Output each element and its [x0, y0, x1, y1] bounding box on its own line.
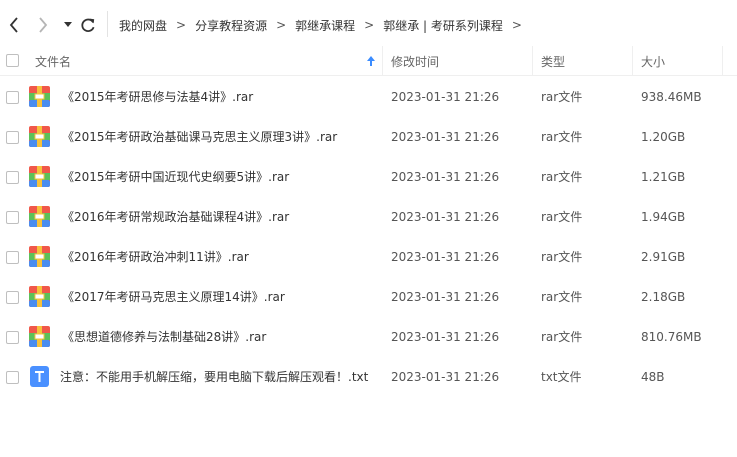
file-name[interactable]: 《2015年考研政治基础课马克思主义原理3讲》.rar: [62, 117, 337, 157]
file-name[interactable]: 《2016年考研政治冲刺11讲》.rar: [62, 237, 249, 277]
file-type: rar文件: [541, 130, 583, 144]
file-modified-time: 2023-01-31 21:26: [391, 210, 500, 224]
sort-ascending-arrow-icon[interactable]: [366, 54, 376, 68]
column-divider[interactable]: [532, 46, 533, 76]
rar-archive-icon: [29, 126, 50, 147]
select-all-checkbox[interactable]: [6, 54, 19, 67]
column-header-size[interactable]: 大小: [641, 46, 665, 76]
file-type: rar文件: [541, 210, 583, 224]
back-button[interactable]: [5, 15, 23, 35]
row-checkbox[interactable]: [6, 131, 19, 144]
txt-file-icon: [30, 366, 49, 387]
file-row[interactable]: 《2016年考研政治冲刺11讲》.rar 2023-01-31 21:26 ra…: [0, 237, 737, 277]
rar-archive-icon: [29, 326, 50, 347]
file-row[interactable]: 《2015年考研思修与法基4讲》.rar 2023-01-31 21:26 ra…: [0, 77, 737, 117]
file-name[interactable]: 注意：不能用手机解压缩，要用电脑下载后解压观看！.txt: [60, 357, 368, 397]
row-checkbox[interactable]: [6, 331, 19, 344]
rar-archive-icon: [29, 86, 50, 107]
breadcrumb-item-course[interactable]: 郭继承课程: [295, 17, 355, 34]
breadcrumb-separator: >: [364, 18, 375, 32]
file-row[interactable]: 《思想道德修养与法制基础28讲》.rar 2023-01-31 21:26 ra…: [0, 317, 737, 357]
breadcrumb-separator: >: [276, 18, 287, 32]
file-type: rar文件: [541, 330, 583, 344]
refresh-icon: [81, 18, 95, 32]
file-type: rar文件: [541, 90, 583, 104]
column-header-name[interactable]: 文件名: [35, 46, 71, 76]
file-row[interactable]: 《2017年考研马克思主义原理14讲》.rar 2023-01-31 21:26…: [0, 277, 737, 317]
file-modified-time: 2023-01-31 21:26: [391, 290, 500, 304]
rar-archive-icon: [29, 286, 50, 307]
history-dropdown-button[interactable]: [59, 15, 77, 35]
column-divider[interactable]: [632, 46, 633, 76]
file-name[interactable]: 《2016年考研常规政治基础课程4讲》.rar: [62, 197, 289, 237]
file-modified-time: 2023-01-31 21:26: [391, 90, 500, 104]
file-list-header: 文件名 修改时间 类型 大小: [0, 46, 737, 76]
breadcrumb-separator: >: [176, 18, 187, 32]
row-checkbox[interactable]: [6, 171, 19, 184]
navigation-toolbar: 我的网盘 > 分享教程资源 > 郭继承课程 > 郭继承 | 考研系列课程 >: [0, 0, 737, 50]
column-divider[interactable]: [722, 46, 723, 76]
file-modified-time: 2023-01-31 21:26: [391, 370, 500, 384]
breadcrumb: 我的网盘 > 分享教程资源 > 郭继承课程 > 郭继承 | 考研系列课程 >: [119, 16, 531, 34]
breadcrumb-item-current-folder[interactable]: 郭继承 | 考研系列课程: [383, 17, 503, 34]
breadcrumb-separator: >: [511, 18, 522, 32]
file-size: 1.21GB: [641, 170, 686, 184]
file-row[interactable]: 《2015年考研政治基础课马克思主义原理3讲》.rar 2023-01-31 2…: [0, 117, 737, 157]
file-row[interactable]: 《2015年考研中国近现代史纲要5讲》.rar 2023-01-31 21:26…: [0, 157, 737, 197]
breadcrumb-item-my-drive[interactable]: 我的网盘: [119, 17, 167, 34]
file-size: 1.20GB: [641, 130, 686, 144]
column-divider[interactable]: [382, 46, 383, 76]
file-size: 2.91GB: [641, 250, 686, 264]
file-size: 48B: [641, 370, 665, 384]
row-checkbox[interactable]: [6, 211, 19, 224]
file-type: rar文件: [541, 170, 583, 184]
file-modified-time: 2023-01-31 21:26: [391, 250, 500, 264]
file-row[interactable]: 注意：不能用手机解压缩，要用电脑下载后解压观看！.txt 2023-01-31 …: [0, 357, 737, 397]
file-size: 1.94GB: [641, 210, 686, 224]
refresh-button[interactable]: [79, 15, 97, 35]
file-type: txt文件: [541, 370, 582, 384]
file-type: rar文件: [541, 250, 583, 264]
breadcrumb-item-shared-resources[interactable]: 分享教程资源: [195, 17, 267, 34]
column-header-type[interactable]: 类型: [541, 46, 565, 76]
chevron-left-icon: [9, 17, 18, 33]
rar-archive-icon: [29, 166, 50, 187]
file-modified-time: 2023-01-31 21:26: [391, 170, 500, 184]
file-size: 810.76MB: [641, 330, 702, 344]
row-checkbox[interactable]: [6, 371, 19, 384]
toolbar-divider: [107, 11, 108, 37]
chevron-right-icon: [39, 17, 48, 33]
file-type: rar文件: [541, 290, 583, 304]
column-header-modified[interactable]: 修改时间: [391, 46, 439, 76]
row-checkbox[interactable]: [6, 251, 19, 264]
caret-down-icon: [64, 22, 72, 27]
file-size: 2.18GB: [641, 290, 686, 304]
file-modified-time: 2023-01-31 21:26: [391, 330, 500, 344]
rar-archive-icon: [29, 206, 50, 227]
forward-button[interactable]: [34, 15, 52, 35]
row-checkbox[interactable]: [6, 291, 19, 304]
row-checkbox[interactable]: [6, 91, 19, 104]
file-name[interactable]: 《思想道德修养与法制基础28讲》.rar: [62, 317, 266, 357]
file-name[interactable]: 《2015年考研中国近现代史纲要5讲》.rar: [62, 157, 289, 197]
rar-archive-icon: [29, 246, 50, 267]
file-row[interactable]: 《2016年考研常规政治基础课程4讲》.rar 2023-01-31 21:26…: [0, 197, 737, 237]
file-name[interactable]: 《2017年考研马克思主义原理14讲》.rar: [62, 277, 285, 317]
file-modified-time: 2023-01-31 21:26: [391, 130, 500, 144]
file-size: 938.46MB: [641, 90, 702, 104]
file-name[interactable]: 《2015年考研思修与法基4讲》.rar: [62, 77, 253, 117]
